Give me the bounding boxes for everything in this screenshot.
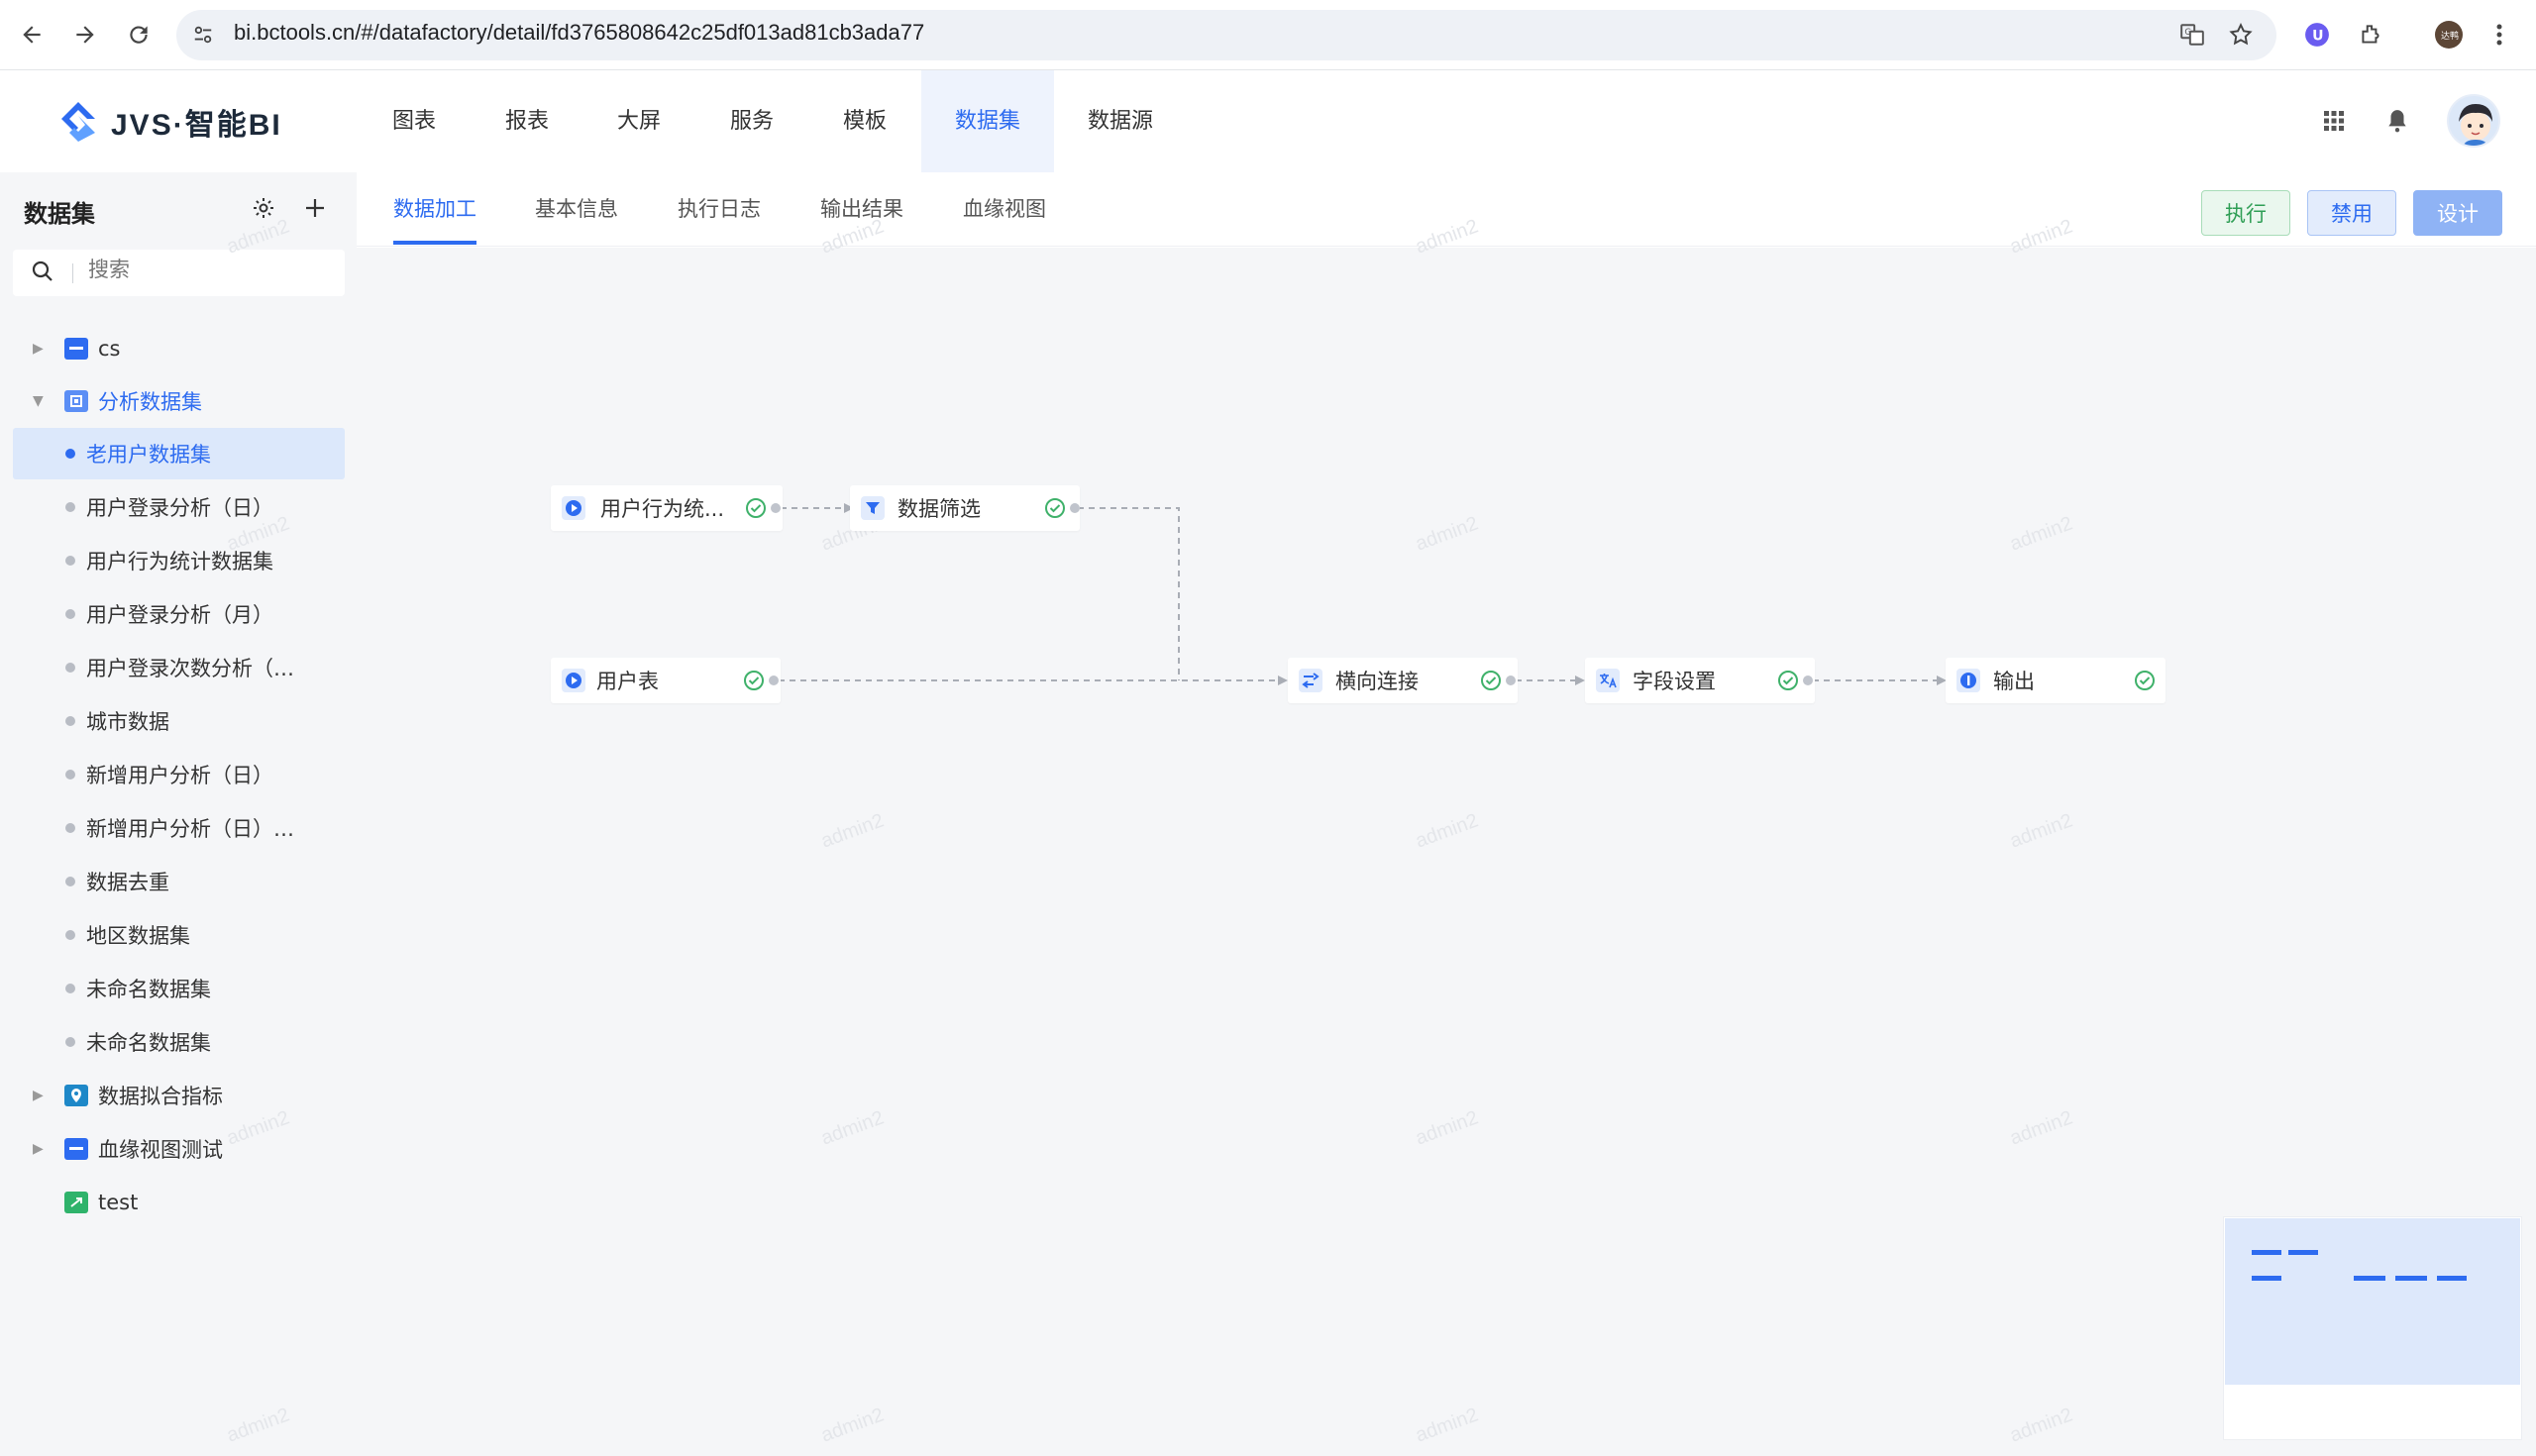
node-label: 字段设置	[1633, 670, 1716, 693]
flow-node-output[interactable]: 输出	[1946, 658, 2166, 703]
output-port[interactable]	[1803, 676, 1813, 685]
flow-connectors	[779, 503, 1947, 685]
output-port[interactable]	[769, 676, 779, 685]
node-label: 输出	[1993, 670, 2035, 693]
status-check-icon	[2135, 671, 2155, 690]
output-info-icon	[1955, 668, 1981, 693]
node-label: 用户行为统...	[600, 497, 725, 521]
status-check-icon	[1045, 498, 1065, 518]
play-icon	[561, 668, 586, 693]
edge-filter-to-join	[1078, 507, 1180, 680]
filter-icon	[860, 495, 886, 521]
status-check-icon	[1481, 671, 1501, 690]
status-check-icon	[1778, 671, 1798, 690]
node-label: 横向连接	[1335, 670, 1419, 693]
arrow-head-icon	[1278, 676, 1288, 685]
minimap-node	[2437, 1276, 2467, 1281]
output-port[interactable]	[1506, 676, 1516, 685]
play-icon	[561, 495, 586, 521]
minimap-node	[2395, 1276, 2427, 1281]
flow-node-filter[interactable]: 数据筛选	[850, 485, 1080, 531]
status-check-icon	[744, 671, 764, 690]
join-icon	[1298, 668, 1323, 693]
arrow-head-icon	[1575, 676, 1585, 685]
minimap-node	[2354, 1276, 2385, 1281]
output-port[interactable]	[771, 503, 781, 513]
flow-node-behavior-input[interactable]: 用户行为统...	[551, 485, 783, 531]
flow-node-field-settings[interactable]: 字段设置	[1585, 658, 1815, 703]
minimap-viewport[interactable]	[2225, 1218, 2520, 1385]
translate-field-icon	[1595, 668, 1621, 693]
flow-node-user-table[interactable]: 用户表	[551, 658, 781, 703]
flow-node-join[interactable]: 横向连接	[1288, 658, 1518, 703]
minimap-node	[2252, 1276, 2281, 1281]
node-label: 数据筛选	[898, 497, 981, 521]
minimap-node	[2288, 1250, 2318, 1255]
output-port[interactable]	[1070, 503, 1080, 513]
node-label: 用户表	[596, 670, 659, 693]
minimap-node	[2252, 1250, 2281, 1255]
status-check-icon	[746, 498, 766, 518]
